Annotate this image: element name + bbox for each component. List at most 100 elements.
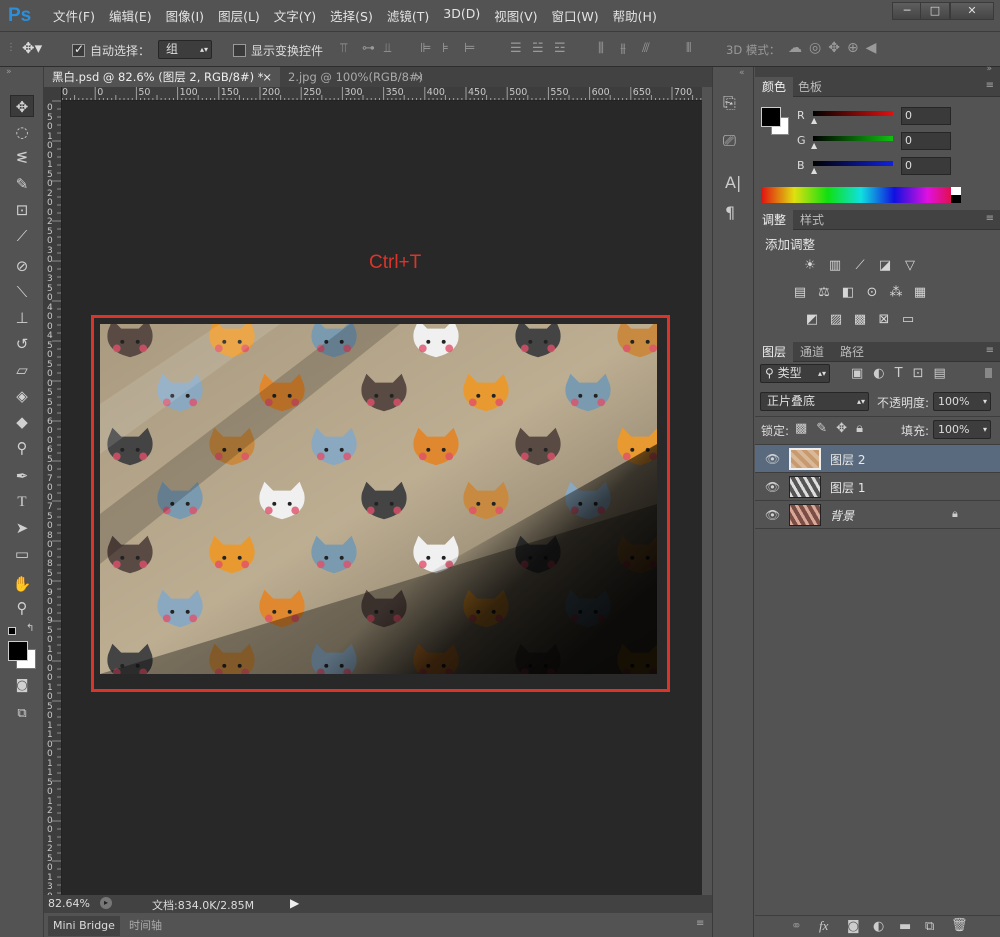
panel-menu-icon[interactable]: ≡	[696, 918, 704, 929]
add-mask-icon[interactable]: ◙	[847, 919, 860, 934]
move-tool-preset-icon[interactable]: ✥▾	[22, 39, 42, 57]
distribute-hcenter-icon[interactable]: ⫵	[620, 42, 626, 56]
screen-mode-icon[interactable]: ⧉	[10, 703, 34, 725]
color-lookup-icon[interactable]: ▦	[911, 285, 929, 301]
black-white-icon[interactable]: ◧	[839, 285, 857, 301]
tab-adjustments[interactable]: 调整	[755, 210, 794, 230]
menu-item[interactable]: 窗口(W)	[545, 6, 606, 25]
zoom-tool-icon[interactable]: ⚲	[10, 597, 34, 619]
layer-name[interactable]: 背景	[830, 507, 854, 524]
align-right-icon[interactable]: ⊨	[464, 42, 475, 56]
layer-name[interactable]: 图层 1	[830, 479, 865, 496]
foreground-color-swatch[interactable]	[8, 641, 28, 661]
menu-item[interactable]: 帮助(H)	[606, 6, 664, 25]
visibility-eye-icon[interactable]: 👁︎	[765, 480, 780, 494]
layer-name[interactable]: 图层 2	[830, 451, 865, 468]
visibility-eye-icon[interactable]: 👁︎	[765, 452, 780, 466]
menu-item[interactable]: 选择(S)	[323, 6, 380, 25]
new-adjustment-layer-icon[interactable]: ◐	[873, 919, 884, 934]
menu-item[interactable]: 文件(F)	[46, 6, 102, 25]
levels-icon[interactable]: ▥	[826, 258, 844, 274]
filter-toggle-icon[interactable]	[985, 368, 992, 378]
menu-item[interactable]: 文字(Y)	[267, 6, 323, 25]
distribute-top-icon[interactable]: ☰	[510, 42, 522, 56]
zoom-level[interactable]: 82.64%	[48, 897, 90, 910]
tab-swatches[interactable]: 色板	[791, 77, 829, 97]
channel-slider-r[interactable]	[813, 111, 893, 116]
panel-menu-icon[interactable]: ≡	[986, 213, 994, 224]
tab-layers[interactable]: 图层	[755, 342, 794, 362]
maximize-button[interactable]: □	[920, 2, 950, 20]
marquee-tool-icon[interactable]: ◌	[10, 121, 34, 143]
blur-tool-icon[interactable]: ◆	[10, 411, 34, 433]
color-spectrum-bar[interactable]	[761, 187, 961, 203]
dropdown-arrow-icon[interactable]: ▾	[983, 393, 987, 410]
crop-tool-icon[interactable]: ⊡	[10, 199, 34, 221]
hand-tool-icon[interactable]: ✋	[10, 573, 34, 595]
menu-item[interactable]: 编辑(E)	[102, 6, 159, 25]
auto-select-checkbox[interactable]: ✓	[72, 42, 85, 57]
fill-input[interactable]: 100% ▾	[933, 420, 991, 439]
auto-align-icon[interactable]: ⫴	[686, 42, 691, 56]
link-layers-icon[interactable]: ⚭	[791, 919, 802, 934]
character-panel-icon[interactable]: A|	[725, 173, 741, 192]
tab-document-1[interactable]: 黑白.psd @ 82.6% (图层 2, RGB/8#) * ×	[44, 67, 280, 87]
pen-tool-icon[interactable]: ✒	[10, 465, 34, 487]
tab-mini-bridge[interactable]: Mini Bridge	[48, 916, 120, 936]
photo-filter-icon[interactable]: ⊙	[863, 285, 881, 301]
slider-thumb-icon[interactable]: ▲	[811, 141, 817, 150]
color-balance-icon[interactable]: ⚖	[815, 285, 833, 301]
rectangle-tool-icon[interactable]: ▭	[10, 543, 34, 565]
collapse-toolbar-icon[interactable]: »	[6, 67, 12, 77]
swap-colors-icon[interactable]: ↰	[26, 623, 34, 634]
new-layer-icon[interactable]: ⧉	[925, 919, 934, 934]
healing-brush-tool-icon[interactable]: ⊘	[10, 255, 34, 277]
brightness-contrast-icon[interactable]: ☀	[801, 258, 819, 274]
dropdown-arrow-icon[interactable]: ▾	[983, 421, 987, 438]
selective-color-icon[interactable]: ⊠	[875, 312, 893, 328]
layer-row-layer-1[interactable]: 👁︎ 图层 1	[755, 473, 1000, 501]
distribute-vcenter-icon[interactable]: ☱	[532, 42, 544, 56]
align-vcenter-icon[interactable]: ⊶	[362, 42, 375, 56]
spectrum-black-swatch[interactable]	[951, 195, 961, 203]
invert-icon[interactable]: ◩	[803, 312, 821, 328]
tab-paths[interactable]: 路径	[833, 342, 871, 362]
tab-styles[interactable]: 样式	[793, 210, 831, 230]
history-brush-tool-icon[interactable]: ↺	[10, 333, 34, 355]
distribute-right-icon[interactable]: ⫻	[642, 42, 650, 56]
brush-tool-icon[interactable]: ⟍	[10, 281, 34, 303]
curves-icon[interactable]: ⟋	[851, 258, 869, 274]
menu-item[interactable]: 视图(V)	[487, 6, 544, 25]
channel-slider-g[interactable]	[813, 136, 893, 141]
hue-saturation-icon[interactable]: ▤	[791, 285, 809, 301]
vibrance-icon[interactable]: ▽	[901, 258, 919, 274]
eraser-tool-icon[interactable]: ▱	[10, 359, 34, 381]
posterize-icon[interactable]: ▨	[827, 312, 845, 328]
show-transform-checkbox[interactable]	[233, 44, 246, 57]
clone-stamp-tool-icon[interactable]: ⊥	[10, 307, 34, 329]
distribute-left-icon[interactable]: ⫼	[598, 42, 604, 56]
properties-panel-icon[interactable]: ⎚	[723, 131, 736, 151]
delete-layer-icon[interactable]: 🗑︎	[951, 918, 968, 933]
layer-row-background[interactable]: 👁︎ 背景 🔒︎	[755, 501, 1000, 529]
align-left-icon[interactable]: ⊫	[420, 42, 431, 56]
threshold-icon[interactable]: ▩	[851, 312, 869, 328]
default-colors-icon[interactable]	[8, 627, 16, 635]
spectrum-white-swatch[interactable]	[951, 187, 961, 195]
close-tab-icon[interactable]: ×	[414, 67, 424, 87]
blend-mode-dropdown[interactable]: 正片叠底 ▴▾	[760, 392, 869, 411]
quick-selection-tool-icon[interactable]: ✎	[10, 173, 34, 195]
exposure-icon[interactable]: ◪	[876, 258, 894, 274]
opacity-input[interactable]: 100% ▾	[933, 392, 991, 411]
path-selection-tool-icon[interactable]: ➤	[10, 517, 34, 539]
color-foreground-swatch[interactable]	[761, 107, 781, 127]
layer-row-layer-2[interactable]: 👁︎ 图层 2	[755, 445, 1000, 473]
move-tool-icon[interactable]: ✥	[10, 95, 34, 117]
auto-select-option[interactable]: ✓ 自动选择：	[72, 42, 150, 59]
slider-thumb-icon[interactable]: ▲	[811, 166, 817, 175]
menu-item[interactable]: 滤镜(T)	[380, 6, 436, 25]
layer-filter-dropdown[interactable]: ⚲ 类型 ▴▾	[760, 364, 830, 383]
align-bottom-icon[interactable]: ⫫	[384, 42, 391, 56]
new-group-icon[interactable]: ▬	[899, 919, 911, 934]
channel-value-b[interactable]: 0	[901, 157, 951, 175]
